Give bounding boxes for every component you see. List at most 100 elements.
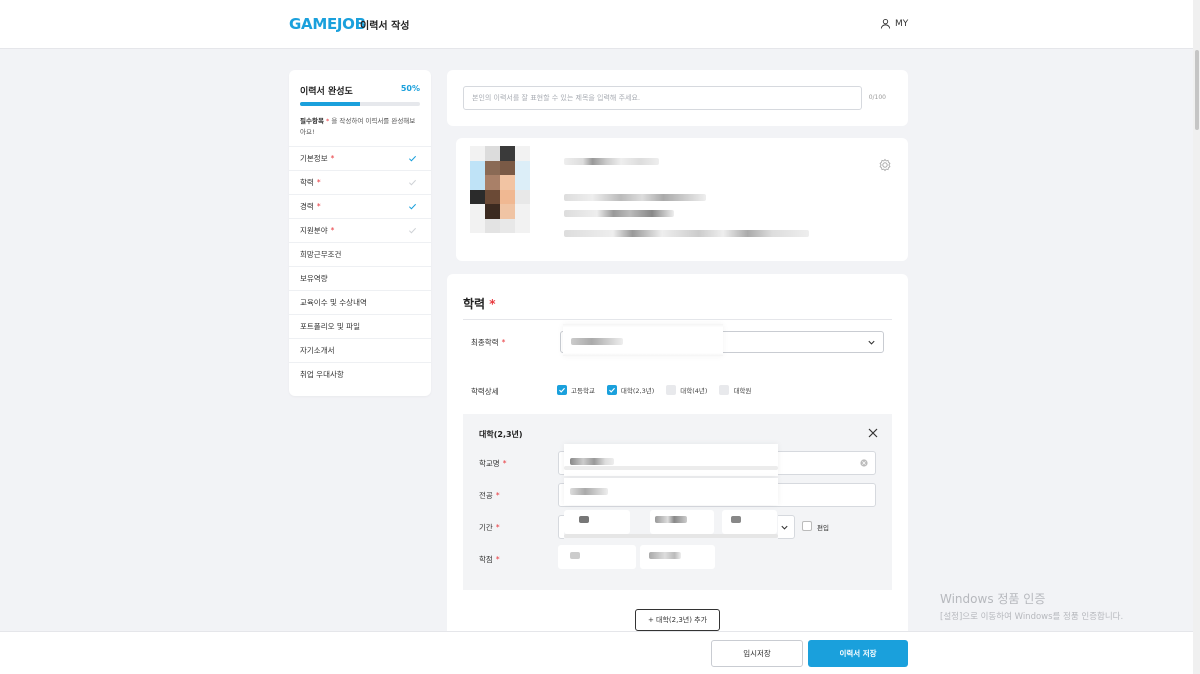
- checkbox[interactable]: [666, 385, 677, 395]
- sidebar-item[interactable]: 희망근무조건: [289, 242, 431, 266]
- option-label: 고등학교: [571, 387, 595, 395]
- option-label: 대학원: [733, 387, 752, 395]
- college-panel: 대학(2,3년) 학교명 * 전공 * 기간 * 편입 학점 *: [463, 414, 892, 590]
- education-option[interactable]: 대학(4년): [666, 385, 707, 395]
- option-label: 대학(4년): [680, 387, 708, 395]
- save-resume-button[interactable]: 이력서 저장: [808, 640, 908, 667]
- required-star: *: [495, 555, 500, 564]
- final-education-label: 최종학력 *: [471, 337, 505, 348]
- option-label: 대학(2,3년): [620, 387, 655, 395]
- photo-pixel: [515, 218, 530, 233]
- blurred-info-2: [564, 210, 674, 217]
- education-option[interactable]: 대학(2,3년): [606, 385, 655, 395]
- education-card: 학력 * 최종학력 * 학력상세 고등학교 대학(2,3년) 대학(4년) 대학원 대학…: [447, 274, 908, 634]
- my-menu[interactable]: MY: [880, 18, 908, 29]
- sidebar-item[interactable]: 기본정보 *: [289, 146, 431, 170]
- photo-pixel: [500, 160, 515, 175]
- temp-save-button[interactable]: 임시저장: [711, 640, 803, 667]
- check-icon: [408, 203, 417, 210]
- checkbox[interactable]: [606, 385, 617, 395]
- major-label: 전공 *: [479, 490, 500, 501]
- note-star: *: [326, 117, 330, 125]
- required-star: *: [502, 459, 507, 468]
- photo-pixel: [485, 204, 500, 219]
- add-college-button[interactable]: + 대학(2,3년) 추가: [635, 609, 720, 631]
- sidebar-item-label: 포트폴리오 및 파일: [300, 322, 360, 331]
- photo-pixel: [485, 175, 500, 190]
- watermark-line-1: Windows 정품 인증: [940, 592, 1046, 606]
- completion-sidebar: 이력서 완성도 50% 필수항목 * 을 작성하여 이력서를 완성해보아요! 기…: [289, 70, 431, 396]
- sidebar-item-label: 자기소개서: [300, 346, 335, 355]
- education-heading: 학력 *: [463, 295, 496, 312]
- photo-pixel: [500, 189, 515, 204]
- photo-pixel: [470, 204, 485, 219]
- required-star: *: [495, 523, 500, 532]
- checkbox[interactable]: [557, 385, 567, 395]
- check-icon: [408, 227, 417, 234]
- top-header: GAMEJOB 이력서 작성 MY: [0, 0, 1200, 49]
- photo-pixel: [515, 175, 530, 190]
- my-label: MY: [895, 18, 909, 29]
- major-text: 전공: [479, 491, 493, 500]
- sidebar-item-label: 학력: [300, 178, 314, 187]
- user-icon: [880, 19, 891, 29]
- required-star: *: [489, 297, 496, 311]
- photo-pixel: [500, 146, 515, 161]
- photo-pixel: [485, 160, 500, 175]
- photo-pixel: [500, 204, 515, 219]
- resume-title-input[interactable]: [463, 86, 862, 110]
- sidebar-item-label: 기본정보: [300, 154, 328, 163]
- divider: [463, 319, 892, 320]
- blurred-name: [564, 158, 659, 165]
- required-star: *: [330, 154, 335, 163]
- period-text: 기간: [479, 523, 493, 532]
- sidebar-item-label: 지원분야: [300, 226, 328, 235]
- scrollbar-thumb[interactable]: [1195, 50, 1199, 130]
- sidebar-item[interactable]: 포트폴리오 및 파일: [289, 314, 431, 338]
- period-start-year[interactable]: [564, 510, 630, 534]
- close-icon[interactable]: [868, 428, 878, 438]
- education-detail-options: 고등학교 대학(2,3년) 대학(4년) 대학원: [557, 385, 751, 395]
- sidebar-item[interactable]: 자기소개서: [289, 338, 431, 362]
- profile-card: [456, 138, 908, 261]
- checkbox[interactable]: [719, 385, 730, 395]
- gear-icon[interactable]: [878, 158, 892, 172]
- photo-pixel: [515, 189, 530, 204]
- clear-icon[interactable]: [860, 459, 868, 467]
- sidebar-item[interactable]: 학력 *: [289, 170, 431, 194]
- page-title: 이력서 작성: [360, 21, 410, 32]
- education-option[interactable]: 대학원: [719, 385, 751, 395]
- sidebar-item[interactable]: 지원분야 *: [289, 218, 431, 242]
- note-required-text: 필수항목: [300, 117, 324, 125]
- profile-photo[interactable]: [470, 146, 530, 233]
- required-star: *: [316, 202, 321, 211]
- gpa-text: 학점: [479, 555, 493, 564]
- photo-pixel: [515, 160, 530, 175]
- transfer-label: 편입: [817, 524, 829, 532]
- sidebar-item-label: 교육이수 및 수상내역: [300, 298, 367, 307]
- sidebar-item[interactable]: 교육이수 및 수상내역: [289, 290, 431, 314]
- sidebar-item[interactable]: 경력 *: [289, 194, 431, 218]
- blurred-major-value: [570, 488, 608, 495]
- blurred-school-underline: [564, 466, 778, 470]
- chevron-down-icon: [868, 340, 875, 345]
- sidebar-item[interactable]: 취업 우대사항: [289, 362, 431, 386]
- section-nav: 기본정보 * 학력 * 경력 * 지원분야 * 희망근무조건 보유역량 교육이수 및 수상내역 포트폴…: [289, 146, 431, 386]
- period-label: 기간 *: [479, 522, 500, 533]
- check-icon: [608, 387, 615, 393]
- sidebar-item[interactable]: 보유역량: [289, 266, 431, 290]
- required-star: *: [501, 338, 506, 347]
- photo-pixel: [470, 160, 485, 175]
- education-option[interactable]: 고등학교: [557, 385, 595, 395]
- gamejob-logo[interactable]: GAMEJOB: [289, 15, 366, 33]
- sidebar-item-label: 보유역량: [300, 274, 328, 283]
- period-status-select[interactable]: [722, 510, 777, 534]
- photo-pixel: [485, 146, 500, 161]
- required-star: *: [316, 178, 321, 187]
- completion-note: 필수항목 * 을 작성하여 이력서를 완성해보아요!: [300, 116, 420, 138]
- transfer-checkbox[interactable]: [802, 521, 812, 531]
- photo-pixel: [500, 218, 515, 233]
- education-heading-text: 학력: [463, 297, 486, 311]
- completion-title: 이력서 완성도: [300, 87, 353, 97]
- sidebar-item-label: 경력: [300, 202, 314, 211]
